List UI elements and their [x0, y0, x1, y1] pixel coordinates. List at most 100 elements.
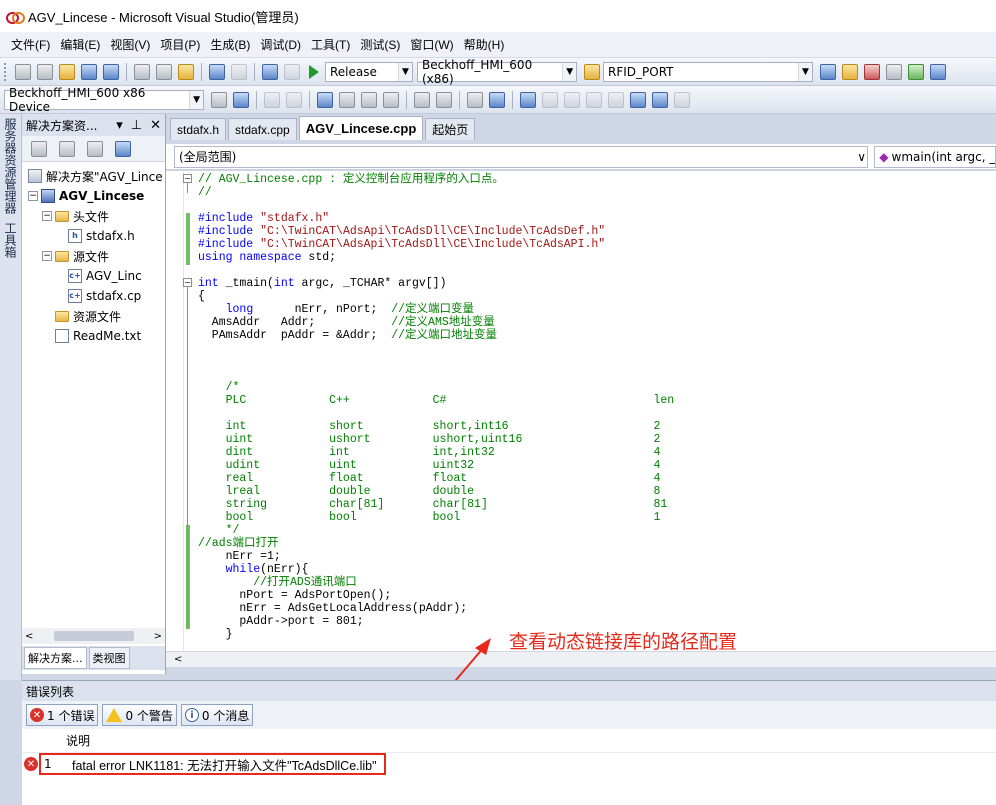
menu-project[interactable]: 项目(P) [155, 36, 205, 53]
next-bookmark-document-icon[interactable] [652, 91, 668, 108]
paste-icon[interactable] [178, 63, 194, 80]
close-icon[interactable]: ✕ [150, 118, 161, 133]
next-bookmark-icon[interactable] [564, 91, 580, 108]
menu-view[interactable]: 视图(V) [105, 36, 155, 53]
messages-filter-button[interactable]: i 0 个消息 [180, 704, 254, 726]
tab-start-page[interactable]: 起始页 [425, 118, 476, 140]
toolbox-icon[interactable] [886, 63, 902, 80]
tab-class-view[interactable]: 类视图 [88, 647, 130, 669]
errors-filter-button[interactable]: ✕ 1 个错误 [26, 704, 99, 726]
device-options-icon[interactable] [211, 91, 227, 108]
find-in-files-icon[interactable] [584, 63, 600, 80]
next-bookmark-folder-icon[interactable] [608, 91, 624, 108]
save-all-icon[interactable] [103, 63, 119, 80]
target-device-select[interactable]: Beckhoff_HMI_600 x86 Device ▼ [4, 86, 204, 114]
class-diagram-icon[interactable] [115, 140, 131, 157]
cut-icon[interactable] [134, 63, 150, 80]
properties-icon[interactable] [842, 63, 858, 80]
member-list-icon[interactable] [339, 91, 355, 108]
warnings-filter-button[interactable]: 0 个警告 [102, 704, 177, 726]
show-all-files-icon[interactable] [31, 140, 47, 157]
configuration-select[interactable]: Release ▼ [325, 61, 413, 82]
menu-tools[interactable]: 工具(T) [306, 36, 355, 53]
collapse-icon[interactable]: − [42, 251, 52, 261]
menu-file[interactable]: 文件(F) [6, 36, 55, 53]
menu-edit[interactable]: 编辑(E) [55, 36, 105, 53]
server-explorer-tab[interactable]: 服务器资源管理器 [0, 114, 21, 218]
previous-bookmark-icon[interactable] [542, 91, 558, 108]
tree-item-source-files[interactable]: − 源文件 [22, 246, 165, 266]
parameter-info-icon[interactable] [361, 91, 377, 108]
navigate-backward-icon[interactable] [262, 63, 278, 80]
tree-item-header-files[interactable]: − 头文件 [22, 206, 165, 226]
object-browser-icon[interactable] [864, 63, 880, 80]
save-icon[interactable] [81, 63, 97, 80]
quick-info-icon[interactable] [383, 91, 399, 108]
info-icon: i [184, 708, 199, 722]
clear-bookmarks-icon[interactable] [674, 91, 690, 108]
previous-bookmark-document-icon[interactable] [630, 91, 646, 108]
start-debugging-icon[interactable] [309, 64, 319, 79]
tab-stdafx-h[interactable]: stdafx.h [170, 118, 227, 140]
tree-item-resource-files[interactable]: 资源文件 [22, 306, 165, 326]
scroll-right-icon[interactable]: > [154, 631, 162, 642]
toggle-bookmark-icon[interactable] [520, 91, 536, 108]
tree-item-readme[interactable]: ReadMe.txt [22, 326, 165, 346]
comment-lines-icon[interactable] [467, 91, 483, 108]
refresh-icon[interactable] [59, 140, 75, 157]
start-page-icon[interactable] [908, 63, 924, 80]
tab-solution-explorer[interactable]: 解决方案... [24, 647, 87, 669]
connect-device-icon[interactable] [233, 91, 249, 108]
tree-item-solution[interactable]: 解决方案"AGV_Lince [22, 166, 165, 186]
collapse-icon[interactable]: − [42, 211, 52, 221]
menu-test[interactable]: 测试(S) [355, 36, 405, 53]
scroll-left-icon[interactable]: < [25, 631, 33, 642]
copy-icon[interactable] [156, 63, 172, 80]
scroll-left-icon[interactable]: < [174, 654, 182, 665]
navigate-forward-icon[interactable] [284, 63, 300, 80]
dropdown-arrow-icon[interactable]: ▾ [116, 118, 123, 133]
document-tabs: stdafx.h stdafx.cpp AGV_Lincese.cpp 起始页 [166, 114, 996, 140]
class-view-icon[interactable] [317, 91, 333, 108]
collapse-region-icon[interactable]: − [183, 174, 192, 183]
platform-select[interactable]: Beckhoff_HMI_600 (x86) ▼ [417, 58, 577, 86]
menu-help[interactable]: 帮助(H) [459, 36, 510, 53]
decrease-indent-icon[interactable] [414, 91, 430, 108]
tab-agv-lincese-cpp[interactable]: AGV_Lincese.cpp [298, 116, 424, 140]
uncomment-lines-icon[interactable] [489, 91, 505, 108]
tree-item-agv-lincese-cpp[interactable]: c+ AGV_Linc [22, 266, 165, 286]
command-window-icon[interactable] [930, 63, 946, 80]
undo-icon[interactable] [209, 63, 225, 80]
menu-build[interactable]: 生成(B) [205, 36, 255, 53]
tree-item-stdafx-h[interactable]: h stdafx.h [22, 226, 165, 246]
code-editor[interactable]: − − // AGV_Lincese.cpp : 定义控制台应用程序的入口点。 … [166, 171, 996, 651]
add-item-icon[interactable] [37, 63, 53, 80]
code-content[interactable]: // AGV_Lincese.cpp : 定义控制台应用程序的入口点。 // #… [198, 173, 674, 641]
align-centers-icon[interactable] [286, 91, 302, 108]
find-input[interactable]: RFID_PORT ▼ [603, 61, 813, 82]
increase-indent-icon[interactable] [436, 91, 452, 108]
solution-horizontal-scrollbar[interactable]: < > [22, 628, 165, 644]
member-select[interactable]: ◆ wmain(int argc, _T [874, 145, 996, 168]
scope-select[interactable]: (全局范围) ∨ [174, 145, 869, 168]
toolbox-tab[interactable]: 工具箱 [0, 218, 21, 262]
align-lefts-icon[interactable] [264, 91, 280, 108]
collapse-region-icon[interactable]: − [183, 278, 192, 287]
menu-debug[interactable]: 调试(D) [255, 36, 306, 53]
solution-explorer-icon[interactable] [820, 63, 836, 80]
toolbar-grip[interactable] [4, 62, 8, 81]
properties-icon[interactable] [87, 140, 103, 157]
scroll-thumb[interactable] [53, 631, 134, 641]
redo-icon[interactable] [231, 63, 247, 80]
tree-item-project[interactable]: − AGV_Lincese [22, 186, 165, 206]
previous-bookmark-folder-icon[interactable] [586, 91, 602, 108]
tab-stdafx-cpp[interactable]: stdafx.cpp [228, 118, 297, 140]
menu-window[interactable]: 窗口(W) [405, 36, 458, 53]
tree-item-stdafx-cpp[interactable]: c+ stdafx.cp [22, 286, 165, 306]
new-project-icon[interactable] [15, 63, 31, 80]
error-list-column-description[interactable]: 说明 [22, 729, 996, 753]
toolbar-separator [309, 90, 310, 109]
pin-icon[interactable]: ⊥ [131, 118, 142, 133]
collapse-icon[interactable]: − [28, 191, 38, 201]
open-file-icon[interactable] [59, 63, 75, 80]
